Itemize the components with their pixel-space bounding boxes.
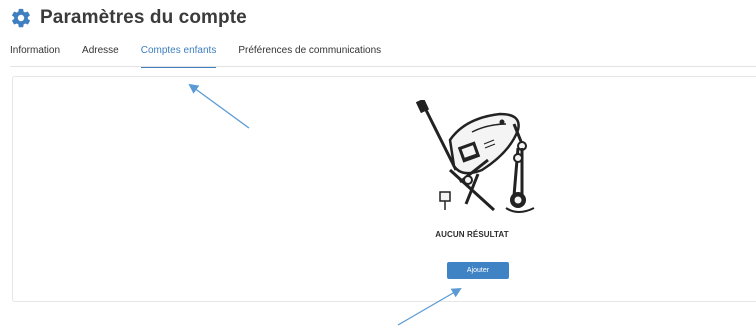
page-header: Paramètres du compte: [10, 7, 247, 29]
add-button[interactable]: Ajouter: [447, 262, 509, 279]
tab-information[interactable]: Information: [10, 45, 60, 68]
tabs-divider: [10, 66, 756, 67]
tab-comptes-enfants[interactable]: Comptes enfants: [140, 45, 217, 68]
empty-results-card: [12, 76, 756, 302]
tab-preferences-communications[interactable]: Préférences de communications: [238, 45, 381, 68]
gear-icon: [12, 8, 30, 28]
robot-illustration: [415, 100, 535, 213]
tab-adresse[interactable]: Adresse: [82, 45, 119, 68]
settings-tabs: Information Adresse Comptes enfants Préf…: [10, 45, 403, 68]
account-settings-page: Paramètres du compte Information Adresse…: [0, 0, 756, 330]
page-title: Paramètres du compte: [40, 7, 247, 28]
no-results-message: AUCUN RÉSULTAT: [435, 230, 509, 239]
